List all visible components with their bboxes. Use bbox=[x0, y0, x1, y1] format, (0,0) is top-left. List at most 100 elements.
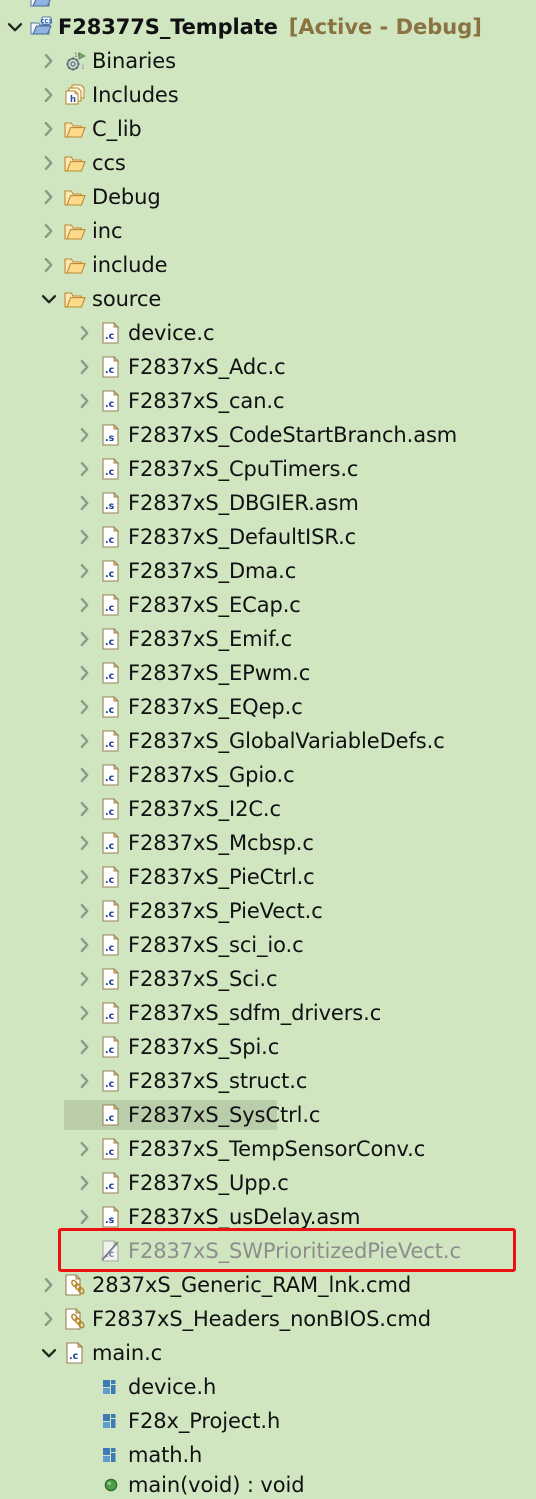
tree-item-f2837xs-adc-c[interactable]: .c F2837xS_Adc.c bbox=[0, 350, 536, 384]
twisty-collapsed-icon[interactable] bbox=[36, 78, 62, 112]
twisty-collapsed-icon[interactable] bbox=[72, 894, 98, 928]
tree-item-f2837xs-sysctrl-c[interactable]: .c F2837xS_SysCtrl.c bbox=[0, 1098, 536, 1132]
tree-item-f2837xs-tempsensorconv-c[interactable]: .c F2837xS_TempSensorConv.c bbox=[0, 1132, 536, 1166]
tree-item-label: inc bbox=[92, 219, 123, 243]
twisty-collapsed-icon[interactable] bbox=[72, 1166, 98, 1200]
twisty-collapsed-icon[interactable] bbox=[72, 588, 98, 622]
tree-item-f2837xs-i2c-c[interactable]: .c F2837xS_I2C.c bbox=[0, 792, 536, 826]
tree-item-math-h[interactable]: math.h bbox=[0, 1438, 536, 1472]
twisty-collapsed-icon[interactable] bbox=[72, 418, 98, 452]
twisty-collapsed-icon[interactable] bbox=[72, 724, 98, 758]
tree-item-f2837xs-sci-io-c[interactable]: .c F2837xS_sci_io.c bbox=[0, 928, 536, 962]
tree-item-f2837xs-emif-c[interactable]: .c F2837xS_Emif.c bbox=[0, 622, 536, 656]
twisty-collapsed-icon[interactable] bbox=[72, 860, 98, 894]
twisty-collapsed-icon[interactable] bbox=[72, 690, 98, 724]
twisty-collapsed-icon[interactable] bbox=[36, 214, 62, 248]
tree-item-f2837xs-gpio-c[interactable]: .c F2837xS_Gpio.c bbox=[0, 758, 536, 792]
twisty-collapsed-icon[interactable] bbox=[72, 486, 98, 520]
twisty-collapsed-icon[interactable] bbox=[72, 1030, 98, 1064]
svg-text:.c: .c bbox=[105, 331, 114, 342]
active-build-config-label: [Active - Debug] bbox=[288, 15, 482, 39]
tree-item-f2837xs-sdfm-drivers-c[interactable]: .c F2837xS_sdfm_drivers.c bbox=[0, 996, 536, 1030]
twisty-collapsed-icon[interactable] bbox=[72, 452, 98, 486]
twisty-collapsed-icon[interactable] bbox=[36, 146, 62, 180]
twisty-collapsed-icon[interactable] bbox=[36, 248, 62, 282]
twisty-collapsed-icon[interactable] bbox=[72, 350, 98, 384]
twisty-collapsed-icon[interactable] bbox=[72, 554, 98, 588]
tree-item-c-lib[interactable]: C_lib bbox=[0, 112, 536, 146]
include-icon bbox=[98, 1370, 124, 1404]
tree-item-2837xs-generic-ram-lnk-cmd[interactable]: 2837xS_Generic_RAM_lnk.cmd bbox=[0, 1268, 536, 1302]
tree-item-label: F2837xS_Upp.c bbox=[128, 1171, 289, 1195]
twisty-collapsed-icon[interactable] bbox=[72, 758, 98, 792]
twisty-collapsed-icon[interactable] bbox=[72, 622, 98, 656]
twisty-collapsed-icon[interactable] bbox=[72, 656, 98, 690]
project-explorer-tree[interactable]: CCSF280049C_BP_F280049CCSF28377S_Templat… bbox=[0, 0, 536, 1499]
tree-item-f2837xs-epwm-c[interactable]: .c F2837xS_EPwm.c bbox=[0, 656, 536, 690]
tree-item-f2837xs-ecap-c[interactable]: .c F2837xS_ECap.c bbox=[0, 588, 536, 622]
tree-item-f28x-project-h[interactable]: F28x_Project.h bbox=[0, 1404, 536, 1438]
tree-item-f2837xs-mcbsp-c[interactable]: .c F2837xS_Mcbsp.c bbox=[0, 826, 536, 860]
twisty-expanded-icon[interactable] bbox=[36, 282, 62, 316]
twisty-collapsed-icon[interactable] bbox=[36, 180, 62, 214]
svg-text:CCS: CCS bbox=[40, 19, 52, 25]
tree-item-f2837xs-pievect-c[interactable]: .c F2837xS_PieVect.c bbox=[0, 894, 536, 928]
twisty-none-icon bbox=[2, 0, 28, 10]
tree-item-f2837xs-spi-c[interactable]: .c F2837xS_Spi.c bbox=[0, 1030, 536, 1064]
tree-item-f2837xs-eqep-c[interactable]: .c F2837xS_EQep.c bbox=[0, 690, 536, 724]
tree-item-f2837xs-globalvariabledefs-c[interactable]: .c F2837xS_GlobalVariableDefs.c bbox=[0, 724, 536, 758]
tree-item-f2837xs-usdelay-asm[interactable]: .s F2837xS_usDelay.asm bbox=[0, 1200, 536, 1234]
twisty-collapsed-icon[interactable] bbox=[36, 44, 62, 78]
tree-item-device-c[interactable]: .c device.c bbox=[0, 316, 536, 350]
tree-item-f2837xs-defaultisr-c[interactable]: .c F2837xS_DefaultISR.c bbox=[0, 520, 536, 554]
twisty-expanded-icon[interactable] bbox=[36, 1336, 62, 1370]
tree-item-label: F2837xS_can.c bbox=[128, 389, 285, 413]
tree-item-f2837xs-swprioritizedpievect-c[interactable]: .c F2837xS_SWPrioritizedPieVect.c bbox=[0, 1234, 536, 1268]
tree-item-f2837xs-sci-c[interactable]: .c F2837xS_Sci.c bbox=[0, 962, 536, 996]
tree-item-label: F2837xS_Adc.c bbox=[128, 355, 286, 379]
twisty-collapsed-icon[interactable] bbox=[36, 1302, 62, 1336]
tree-item-device-h[interactable]: device.h bbox=[0, 1370, 536, 1404]
tree-item-label: F2837xS_CodeStartBranch.asm bbox=[128, 423, 458, 447]
twisty-collapsed-icon[interactable] bbox=[72, 1132, 98, 1166]
twisty-collapsed-icon[interactable] bbox=[72, 1064, 98, 1098]
svg-text:.c: .c bbox=[69, 1351, 78, 1362]
tree-item-includes[interactable]: h Includes bbox=[0, 78, 536, 112]
twisty-collapsed-icon[interactable] bbox=[36, 1268, 62, 1302]
tree-item-inc[interactable]: inc bbox=[0, 214, 536, 248]
tree-item-f2837xs-upp-c[interactable]: .c F2837xS_Upp.c bbox=[0, 1166, 536, 1200]
tree-item-f2837xs-struct-c[interactable]: .c F2837xS_struct.c bbox=[0, 1064, 536, 1098]
tree-item-f28377s-template[interactable]: CCS F28377S_Template [Active - Debug] bbox=[0, 10, 536, 44]
twisty-collapsed-icon[interactable] bbox=[72, 1200, 98, 1234]
tree-item-f2837xs-headers-nonbios-cmd[interactable]: F2837xS_Headers_nonBIOS.cmd bbox=[0, 1302, 536, 1336]
tree-item-main-void-void[interactable]: main(void) : void bbox=[0, 1472, 536, 1498]
tree-item-source[interactable]: source bbox=[0, 282, 536, 316]
tree-item-label: ccs bbox=[92, 151, 126, 175]
svg-text:.c: .c bbox=[105, 467, 114, 478]
tree-item-f2837xs-dbgier-asm[interactable]: .s F2837xS_DBGIER.asm bbox=[0, 486, 536, 520]
tree-item-debug[interactable]: Debug bbox=[0, 180, 536, 214]
tree-item-binaries[interactable]: 10 1 Binaries bbox=[0, 44, 536, 78]
twisty-collapsed-icon[interactable] bbox=[72, 996, 98, 1030]
twisty-collapsed-icon[interactable] bbox=[72, 962, 98, 996]
twisty-collapsed-icon[interactable] bbox=[72, 928, 98, 962]
tree-item-f2837xs-piectrl-c[interactable]: .c F2837xS_PieCtrl.c bbox=[0, 860, 536, 894]
twisty-collapsed-icon[interactable] bbox=[72, 826, 98, 860]
tree-item-main-c[interactable]: .c main.c bbox=[0, 1336, 536, 1370]
tree-item-f2837xs-cputimers-c[interactable]: .c F2837xS_CpuTimers.c bbox=[0, 452, 536, 486]
tree-item-label: F2837xS_Spi.c bbox=[128, 1035, 280, 1059]
twisty-collapsed-icon[interactable] bbox=[72, 792, 98, 826]
tree-item-f2837xs-can-c[interactable]: .c F2837xS_can.c bbox=[0, 384, 536, 418]
tree-item-f280049c-bp-f280049[interactable]: CCSF280049C_BP_F280049 bbox=[0, 0, 536, 10]
twisty-collapsed-icon[interactable] bbox=[72, 316, 98, 350]
twisty-collapsed-icon[interactable] bbox=[36, 112, 62, 146]
tree-item-ccs[interactable]: ccs bbox=[0, 146, 536, 180]
tree-item-f2837xs-dma-c[interactable]: .c F2837xS_Dma.c bbox=[0, 554, 536, 588]
tree-item-f2837xs-codestartbranch-asm[interactable]: .s F2837xS_CodeStartBranch.asm bbox=[0, 418, 536, 452]
tree-item-include[interactable]: include bbox=[0, 248, 536, 282]
method-icon bbox=[98, 1472, 124, 1498]
twisty-collapsed-icon[interactable] bbox=[72, 520, 98, 554]
twisty-collapsed-icon[interactable] bbox=[72, 384, 98, 418]
cmd-file-icon bbox=[62, 1302, 88, 1336]
twisty-expanded-icon[interactable] bbox=[2, 10, 28, 44]
